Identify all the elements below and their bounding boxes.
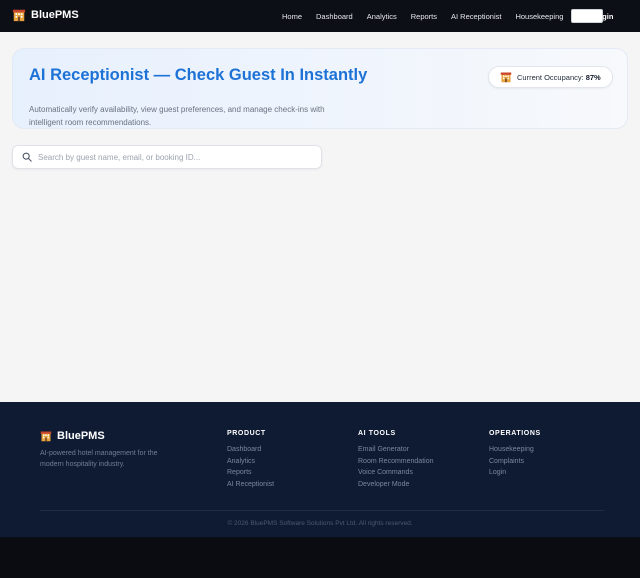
- footer-tagline: AI-powered hotel management for the mode…: [40, 450, 158, 468]
- search-icon: [22, 152, 32, 162]
- footer-link[interactable]: Dashboard: [227, 444, 274, 456]
- hotel-icon: [40, 431, 52, 442]
- page-subtitle: Automatically verify availability, view …: [29, 105, 325, 127]
- footer-link[interactable]: Email Generator: [358, 444, 433, 456]
- footer-link[interactable]: Housekeeping: [489, 444, 541, 456]
- footer-column-product: PRODUCT Dashboard Analytics Reports AI R…: [227, 430, 274, 490]
- footer-divider: [40, 510, 604, 511]
- footer-link[interactable]: Analytics: [227, 456, 274, 468]
- footer-link[interactable]: AI Receptionist: [227, 479, 274, 491]
- nav-links: Home Dashboard Analytics Reports AI Rece…: [275, 0, 604, 32]
- nav-housekeeping[interactable]: Housekeeping: [508, 12, 570, 21]
- nav-ai-receptionist[interactable]: AI Receptionist: [444, 12, 508, 21]
- login-button[interactable]: Login: [593, 12, 613, 21]
- footer-brand: BluePMS: [40, 430, 105, 442]
- footer-heading: PRODUCT: [227, 430, 266, 437]
- hero-banner: AI Receptionist — Check Guest In Instant…: [12, 48, 628, 129]
- footer-heading: AI TOOLS: [358, 430, 396, 437]
- footer-link[interactable]: Room Recommendation: [358, 456, 433, 468]
- page-title: AI Receptionist — Check Guest In Instant…: [29, 66, 368, 84]
- top-navbar: BluePMS Home Dashboard Analytics Reports…: [0, 0, 640, 32]
- occupancy-value: 87%: [585, 72, 601, 82]
- footer-brand-name: BluePMS: [57, 430, 105, 442]
- footer-column-ai-tools: AI TOOLS Email Generator Room Recommenda…: [358, 430, 433, 490]
- footer-link[interactable]: Reports: [227, 467, 274, 479]
- footer: BluePMS AI-powered hotel management for …: [0, 402, 640, 537]
- brand[interactable]: BluePMS: [12, 8, 79, 22]
- occupancy-label: Current Occupancy:: [517, 72, 584, 82]
- footer-link[interactable]: Complaints: [489, 456, 541, 468]
- footer-column-operations: OPERATIONS Housekeeping Complaints Login: [489, 430, 541, 479]
- bottom-strip: [0, 537, 640, 578]
- footer-heading: OPERATIONS: [489, 430, 541, 437]
- search-input[interactable]: [38, 152, 308, 162]
- nav-dashboard[interactable]: Dashboard: [309, 12, 360, 21]
- main-content: AI Receptionist — Check Guest In Instant…: [0, 32, 640, 402]
- nav-analytics[interactable]: Analytics: [360, 12, 404, 21]
- nav-reports[interactable]: Reports: [404, 12, 444, 21]
- search-bar[interactable]: [12, 145, 322, 169]
- footer-link[interactable]: Login: [489, 467, 541, 479]
- brand-name: BluePMS: [31, 9, 79, 21]
- footer-copyright: © 2026 BluePMS Software Solutions Pvt Lt…: [227, 520, 413, 527]
- occupancy-badge: Current Occupancy: 87%: [488, 66, 613, 88]
- footer-link[interactable]: Voice Commands: [358, 467, 433, 479]
- hotel-icon: [12, 9, 26, 22]
- hotel-icon: [500, 72, 512, 83]
- footer-link[interactable]: Developer Mode: [358, 479, 433, 491]
- nav-home[interactable]: Home: [275, 12, 309, 21]
